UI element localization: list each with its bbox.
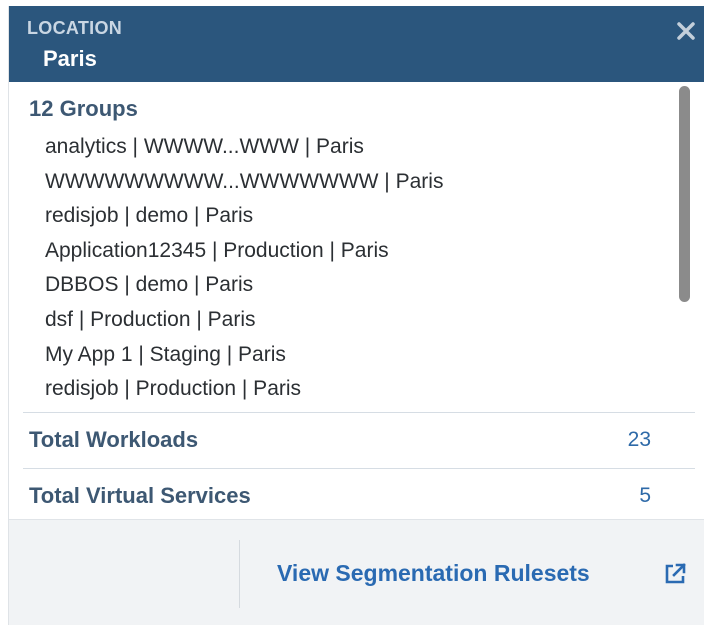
total-virtual-services-label: Total Virtual Services [29, 483, 251, 508]
list-item: My App 1 | Staging | Paris [45, 342, 286, 366]
footer-separator [239, 540, 240, 608]
total-workloads-label: Total Workloads [29, 427, 199, 452]
list-item: analytics | WWWW...WWW | Paris [45, 135, 364, 158]
list-item: Application12345 | Production | Paris [45, 238, 389, 262]
panel-footer: View Segmentation Rulesets [9, 519, 704, 625]
close-icon[interactable] [673, 18, 699, 44]
list-item: redisjob | demo | Paris [45, 204, 254, 228]
list-item: dsf | Production | Paris [45, 307, 256, 331]
external-link-icon[interactable] [663, 562, 687, 586]
list-item: WWWWWWWWW...WWWWWWW | Paris [45, 169, 444, 193]
scrollbar-thumb[interactable] [679, 86, 690, 302]
location-details-panel: LOCATION Paris 12 Groups analytics | WWW… [8, 6, 704, 625]
divider [23, 412, 695, 413]
list-item: DBBOS | demo | Paris [45, 273, 254, 297]
header-label: LOCATION [27, 18, 123, 38]
total-workloads-value: 23 [627, 428, 651, 451]
total-virtual-services-value: 5 [639, 484, 651, 507]
divider [23, 468, 695, 469]
panel-body: 12 Groups analytics | WWWW...WWW | Paris… [9, 82, 704, 519]
view-segmentation-rulesets-link[interactable]: View Segmentation Rulesets [277, 560, 590, 587]
groups-count-title: 12 Groups [29, 96, 138, 121]
list-item: redisjob | Production | Paris [45, 377, 302, 401]
panel-header: LOCATION Paris [9, 6, 704, 82]
location-title: Paris [43, 46, 97, 71]
groups-list: analytics | WWWW...WWW | Paris WWWWWWWWW… [45, 130, 443, 407]
